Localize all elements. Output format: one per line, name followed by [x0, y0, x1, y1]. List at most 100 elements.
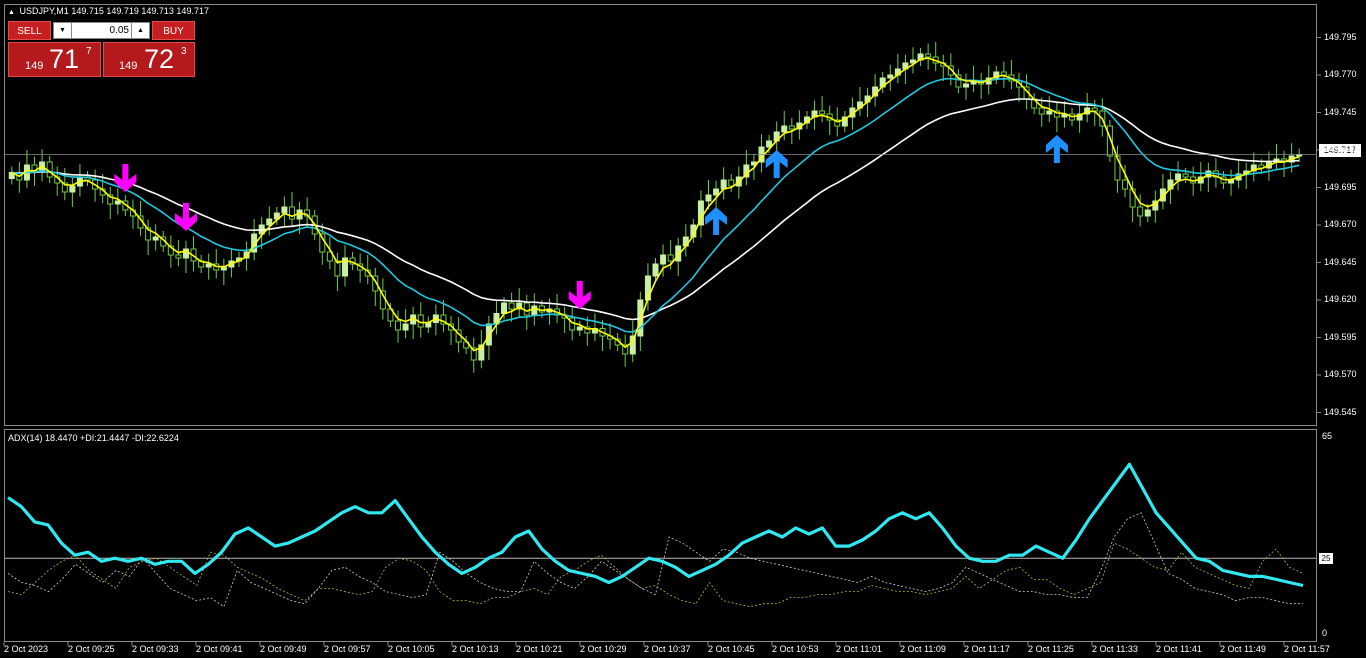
time-tick-label: 2 Oct 10:13: [452, 644, 499, 654]
time-tick-label: 2 Oct 10:05: [388, 644, 435, 654]
symbol-name: USDJPY,M1: [19, 6, 69, 16]
bear-candle: [1122, 179, 1129, 190]
bid-price-button[interactable]: 149 71 7: [8, 42, 101, 77]
time-tick-label: 2 Oct 11:09: [900, 644, 946, 654]
price-tick-label: 149.695: [1324, 181, 1357, 192]
time-tick-label: 2 Oct 11:41: [1156, 644, 1202, 654]
price-tick-label: 149.670: [1324, 219, 1357, 229]
one-click-trading-panel: SELL ▼ 0.05 ▲ BUY 149 71 7 149 72 3: [8, 21, 195, 77]
time-tick-label: 2 Oct 09:33: [132, 644, 179, 654]
bull-candle: [281, 206, 288, 214]
time-tick-label: 2 Oct 11:33: [1092, 644, 1138, 654]
bear-candle: [395, 320, 402, 331]
bull-candle: [69, 185, 76, 193]
bear-candle: [288, 206, 295, 220]
sell-arrow-icon: [568, 281, 591, 309]
ask-prefix: 149: [119, 60, 138, 72]
sell-button[interactable]: SELL: [8, 21, 51, 40]
bull-candle: [1144, 209, 1151, 217]
time-tick-label: 2 Oct 2023: [4, 644, 49, 654]
price-tick-label: 149.770: [1324, 69, 1357, 79]
bull-candle: [720, 179, 727, 190]
time-tick-label: 2 Oct 09:57: [324, 644, 371, 654]
price-tick-label: 149.745: [1324, 106, 1357, 117]
bull-candle: [887, 74, 894, 79]
collapse-triangle-icon[interactable]: ▲: [8, 9, 15, 16]
bear-candle: [1182, 173, 1189, 178]
price-tick-label: 149.620: [1324, 294, 1357, 304]
time-tick-label: 2 Oct 11:17: [964, 644, 1010, 654]
buy-arrow-icon: [705, 207, 728, 235]
buy-button[interactable]: BUY: [152, 21, 195, 40]
bid-prefix: 149: [25, 60, 44, 72]
adx-line: [7, 462, 1304, 588]
bid-pip-digit: 7: [86, 46, 92, 57]
bull-candle: [705, 194, 712, 202]
bull-candle: [205, 263, 212, 268]
bear-candle: [1038, 107, 1045, 115]
bear-candle: [788, 125, 795, 130]
bear-candle: [925, 53, 932, 58]
time-tick-label: 2 Oct 11:25: [1028, 644, 1074, 654]
ema-slow-line: [11, 98, 1300, 321]
bull-candle: [652, 263, 659, 277]
time-tick-label: 2 Oct 09:49: [260, 644, 307, 654]
time-tick-label: 2 Oct 11:01: [836, 644, 882, 654]
di-minus-line: [7, 542, 1304, 608]
time-tick-label: 2 Oct 10:21: [516, 644, 563, 654]
time-tick-label: 2 Oct 09:25: [68, 644, 115, 654]
bull-candle: [531, 305, 538, 316]
lot-decrease-icon[interactable]: ▼: [54, 23, 72, 38]
price-tick-label: 149.595: [1324, 331, 1357, 342]
bull-candle: [501, 302, 508, 314]
time-tick-label: 2 Oct 10:37: [644, 644, 691, 654]
bull-candle: [402, 323, 409, 331]
price-tick-label: 149.720: [1324, 144, 1357, 154]
bull-candle: [713, 188, 720, 196]
time-tick-label: 2 Oct 11:57: [1284, 644, 1330, 654]
price-tick-label: 149.570: [1324, 369, 1357, 379]
time-tick-label: 2 Oct 11:49: [1220, 644, 1266, 654]
time-tick-label: 2 Oct 10:29: [580, 644, 627, 654]
lot-size-field[interactable]: ▼ 0.05 ▲: [53, 22, 150, 39]
bid-big-digits: 71: [49, 44, 80, 74]
ask-pip-digit: 3: [181, 46, 187, 57]
indicator-tick-label: 65: [1322, 431, 1333, 441]
price-tick-label: 149.795: [1324, 31, 1357, 42]
bear-candle: [1000, 71, 1007, 76]
bull-candle: [781, 125, 788, 133]
lot-increase-icon[interactable]: ▲: [131, 23, 149, 38]
bear-candle: [175, 254, 182, 259]
bull-candle: [152, 236, 159, 241]
bear-candle: [667, 254, 674, 262]
price-tick-label: 149.545: [1324, 406, 1357, 417]
indicator-tick-label: 0: [1322, 628, 1328, 638]
bull-candle: [660, 254, 667, 265]
time-tick-label: 2 Oct 10:53: [772, 644, 819, 654]
bull-candle: [1046, 110, 1053, 115]
indicator-header: ADX(14) 18.4470 +DI:21.4447 -DI:22.6224: [8, 433, 179, 443]
symbol-header: ▲ USDJPY,M1 149.715 149.719 149.713 149.…: [8, 6, 209, 16]
ema-fast-line: [11, 57, 1300, 352]
ohlc-values: 149.715 149.719 149.713 149.717: [71, 6, 209, 16]
ema-mid-line: [11, 77, 1300, 333]
ask-price-button[interactable]: 149 72 3: [103, 42, 195, 77]
bull-candle: [576, 326, 583, 331]
bear-candle: [1137, 206, 1144, 217]
bull-candle: [962, 83, 969, 88]
price-tick-label: 149.645: [1324, 256, 1357, 267]
bear-candle: [523, 302, 530, 316]
bear-candle: [728, 179, 735, 187]
ask-big-digits: 72: [144, 44, 175, 74]
bull-candle: [266, 218, 273, 226]
adx-level-tag: 25: [1319, 553, 1333, 564]
bull-candle: [1175, 173, 1182, 181]
bull-candle: [114, 200, 121, 205]
sell-arrow-icon: [114, 164, 137, 192]
sell-arrow-icon: [174, 203, 197, 231]
buy-arrow-icon: [1045, 135, 1068, 163]
bear-candle: [819, 110, 826, 115]
chart-canvas: [3, 37, 1321, 646]
lot-size-value[interactable]: 0.05: [110, 23, 129, 38]
time-tick-label: 2 Oct 09:41: [196, 644, 243, 654]
